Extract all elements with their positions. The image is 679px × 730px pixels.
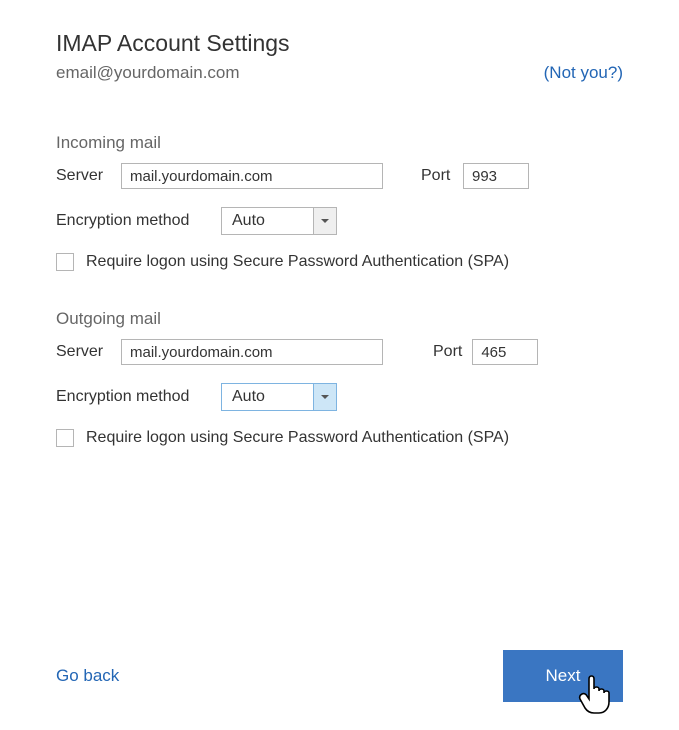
chevron-down-icon [321, 395, 329, 399]
incoming-encryption-label: Encryption method [56, 212, 211, 230]
outgoing-heading: Outgoing mail [56, 309, 623, 329]
outgoing-encryption-value: Auto [221, 383, 313, 411]
incoming-encryption-value: Auto [221, 207, 313, 235]
outgoing-encryption-label: Encryption method [56, 388, 211, 406]
outgoing-port-label: Port [433, 343, 462, 361]
outgoing-encryption-arrow[interactable] [313, 383, 337, 411]
incoming-server-input[interactable] [121, 163, 383, 189]
outgoing-port-input[interactable] [472, 339, 538, 365]
incoming-heading: Incoming mail [56, 133, 623, 153]
chevron-down-icon [321, 219, 329, 223]
next-button[interactable]: Next [503, 650, 623, 702]
incoming-encryption-arrow[interactable] [313, 207, 337, 235]
outgoing-encryption-select[interactable]: Auto [221, 383, 337, 411]
outgoing-spa-label: Require logon using Secure Password Auth… [86, 429, 509, 447]
incoming-port-input[interactable] [463, 163, 529, 189]
incoming-encryption-select[interactable]: Auto [221, 207, 337, 235]
not-you-link[interactable]: (Not you?) [544, 63, 623, 83]
outgoing-server-label: Server [56, 343, 111, 361]
go-back-link[interactable]: Go back [56, 666, 119, 686]
page-title: IMAP Account Settings [56, 30, 623, 57]
outgoing-server-input[interactable] [121, 339, 383, 365]
incoming-spa-label: Require logon using Secure Password Auth… [86, 253, 509, 271]
incoming-server-label: Server [56, 167, 111, 185]
incoming-spa-checkbox[interactable] [56, 253, 74, 271]
email-address: email@yourdomain.com [56, 63, 240, 83]
incoming-port-label: Port [421, 167, 453, 185]
outgoing-spa-checkbox[interactable] [56, 429, 74, 447]
